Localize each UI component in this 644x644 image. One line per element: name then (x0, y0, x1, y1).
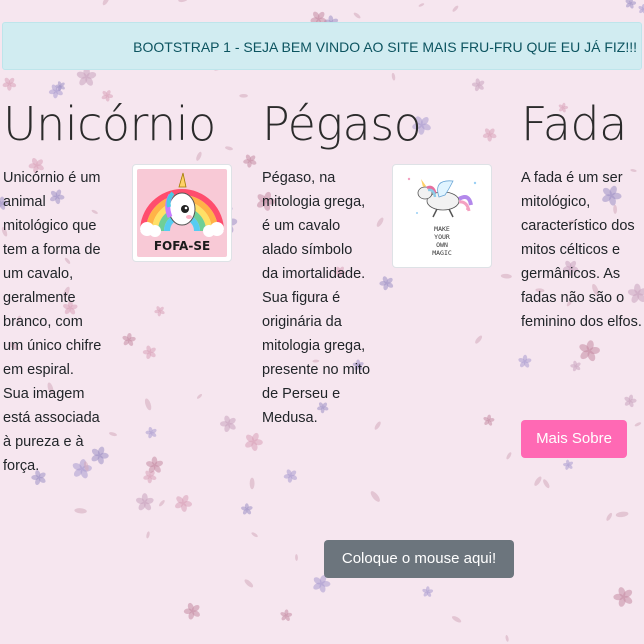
flower-decoration (139, 342, 160, 363)
unicorn-image-caption: FOFA-SE (154, 239, 210, 253)
unicorn-heading: Unicórnio (3, 97, 216, 151)
unicorn-column: Unicórnio Unicórnio é um animal mitológi… (3, 96, 216, 474)
flower-decoration (180, 598, 205, 624)
pegasus-thumbnail: MAKE YOUR OWN MAGIC (392, 164, 492, 268)
unicorn-description: Unicórnio é um animal mitológico que tem… (3, 170, 102, 474)
pegasus-image: MAKE YOUR OWN MAGIC (397, 169, 487, 263)
flower-decoration (480, 125, 499, 144)
flower-decoration (280, 466, 301, 486)
unicorn-thumbnail: FOFA-SE (132, 164, 232, 262)
pegasus-column: Pégaso Pégaso, na mitologia grega, é um … (262, 96, 422, 426)
pegasus-caption-line-2: YOUR (434, 233, 450, 241)
flower-decoration (481, 413, 496, 428)
flower-decoration (1, 76, 17, 91)
more-info-button[interactable]: Mais Sobre (521, 420, 627, 458)
leaf-decoration (375, 216, 385, 228)
fairy-column: Fada A fada é um ser mitológico, caracte… (521, 96, 642, 330)
pegasus-caption-line-1: MAKE (434, 225, 450, 233)
leaf-decoration (250, 531, 259, 538)
leaf-decoration (450, 614, 463, 624)
leaf-decoration (500, 273, 512, 279)
leaf-decoration (145, 531, 151, 539)
flower-decoration (613, 585, 634, 608)
flower-decoration (637, 2, 644, 16)
leaf-decoration (473, 334, 484, 345)
leaf-decoration (177, 0, 188, 3)
flower-decoration (573, 335, 605, 367)
unicorn-rainbow-image: FOFA-SE (137, 169, 227, 257)
flower-decoration (239, 501, 255, 518)
leaf-decoration (74, 507, 88, 514)
leaf-decoration (243, 578, 255, 589)
pegasus-description: Pégaso, na mitologia grega, é um cavalo … (262, 170, 371, 426)
flower-decoration (243, 430, 264, 453)
flower-decoration (471, 77, 486, 93)
flower-decoration (170, 490, 196, 516)
leaf-decoration (196, 393, 203, 400)
leaf-decoration (294, 554, 299, 561)
flower-decoration (277, 607, 295, 624)
leaf-decoration (391, 72, 396, 81)
leaf-decoration (532, 475, 543, 487)
leaf-decoration (158, 499, 166, 508)
leaf-decoration (249, 477, 255, 490)
flower-decoration (141, 452, 168, 478)
flower-decoration (622, 0, 639, 12)
welcome-alert: BOOTSTRAP 1 - SEJA BEM VINDO AO SITE MAI… (2, 22, 642, 70)
leaf-decoration (418, 2, 425, 8)
leaf-decoration (108, 431, 118, 437)
pegasus-heading: Pégaso (262, 97, 422, 151)
leaf-decoration (505, 451, 513, 461)
leaf-decoration (239, 94, 248, 98)
hover-tooltip-button[interactable]: Coloque o mouse aqui! (324, 540, 514, 578)
flower-decoration (151, 303, 168, 319)
pegasus-caption-line-4: MAGIC (432, 249, 452, 257)
leaf-decoration (101, 0, 111, 7)
welcome-alert-text: BOOTSTRAP 1 - SEJA BEM VINDO AO SITE MAI… (133, 39, 637, 55)
flower-decoration (377, 274, 396, 293)
leaf-decoration (605, 512, 614, 522)
flower-decoration (143, 425, 160, 441)
fairy-heading: Fada (521, 97, 627, 151)
fairy-description: A fada é um ser mitológico, característi… (521, 170, 642, 330)
leaf-decoration (143, 397, 153, 412)
leaf-decoration (224, 145, 234, 151)
flower-decoration (623, 393, 638, 409)
flower-decoration (560, 457, 576, 473)
flower-decoration (420, 584, 435, 599)
leaf-decoration (634, 421, 642, 428)
leaf-decoration (451, 4, 460, 13)
flower-decoration (568, 358, 584, 374)
flower-decoration (133, 490, 157, 515)
flower-decoration (120, 332, 137, 348)
leaf-decoration (373, 420, 382, 431)
leaf-decoration (369, 489, 382, 504)
leaf-decoration (352, 11, 362, 20)
flower-decoration (515, 352, 534, 371)
flower-decoration (240, 151, 260, 171)
flower-decoration (220, 414, 237, 433)
leaf-decoration (504, 634, 510, 643)
leaf-decoration (541, 478, 551, 490)
leaf-decoration (195, 151, 203, 162)
pegasus-caption-line-3: OWN (436, 241, 448, 249)
leaf-decoration (615, 510, 629, 518)
